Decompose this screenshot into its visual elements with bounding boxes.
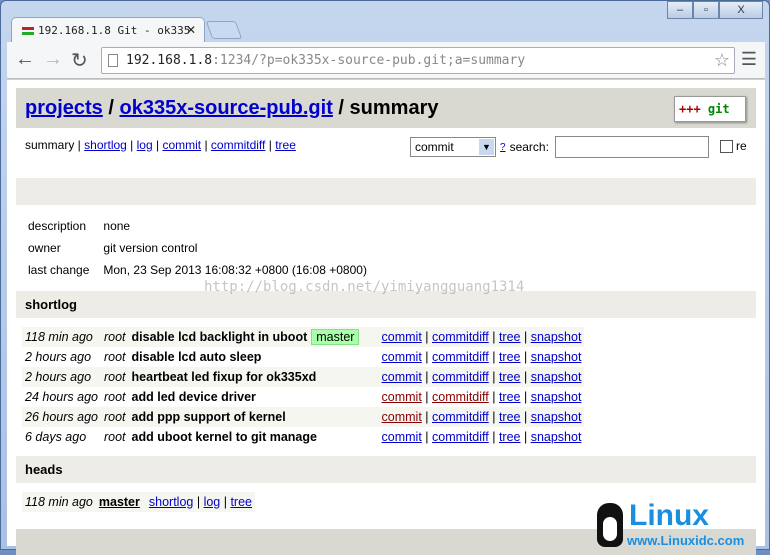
search-input[interactable]	[554, 136, 709, 158]
commit-link[interactable]: commit	[382, 430, 422, 444]
browser-window: – ▫ X 192.168.1.8 Git - ok335 ✕ ← → ↻ 192.1…	[0, 0, 770, 555]
table-row: 26 hours ago root add ppp support of kerne…	[22, 407, 585, 427]
tree-link[interactable]: tree	[499, 350, 521, 364]
commit-subject-link[interactable]: disable lcd auto sleep	[132, 350, 262, 364]
git-favicon-icon	[22, 27, 34, 35]
shortlog-link[interactable]: shortlog	[149, 495, 193, 509]
back-icon[interactable]: ←	[15, 48, 35, 71]
linux-logo-watermark: Linux www.Linuxidc.com	[597, 499, 767, 549]
project-info-row: last change Mon, 23 Sep 2013 16:08:32 +08…	[28, 263, 367, 277]
commit-subject-link[interactable]: add ppp support of kernel	[132, 410, 286, 424]
spacer-bar	[16, 178, 756, 205]
tree-link[interactable]: tree	[230, 495, 252, 509]
snapshot-link[interactable]: snapshot	[531, 390, 582, 404]
tab-title: 192.168.1.8 Git - ok335	[38, 24, 191, 37]
menu-icon[interactable]: ☰	[741, 49, 757, 70]
browser-tab[interactable]: 192.168.1.8 Git - ok335 ✕	[11, 17, 205, 43]
commit-link[interactable]: commit	[382, 410, 422, 424]
repo-link[interactable]: ok335x-source-pub.git	[119, 97, 332, 119]
nav-commit[interactable]: commit	[162, 138, 201, 152]
heads-header[interactable]: heads	[16, 456, 756, 483]
commit-link[interactable]: commit	[382, 390, 422, 404]
table-row: 2 hours ago root heartbeat led fixup for o…	[22, 367, 585, 387]
projects-link[interactable]: projects	[25, 97, 103, 119]
table-row: 118 min ago master shortlog | log | tree	[22, 492, 255, 512]
snapshot-link[interactable]: snapshot	[531, 430, 582, 444]
log-link[interactable]: log	[204, 495, 221, 509]
commitdiff-link[interactable]: commitdiff	[432, 410, 489, 424]
branch-badge[interactable]: master	[311, 329, 360, 345]
tree-link[interactable]: tree	[499, 330, 521, 344]
maximize-button[interactable]: ▫	[693, 1, 719, 19]
tree-link[interactable]: tree	[499, 370, 521, 384]
new-tab-button[interactable]	[205, 21, 243, 39]
chevron-down-icon: ▼	[479, 139, 494, 155]
minimize-button[interactable]: –	[667, 1, 693, 19]
project-info-row: owner git version control	[28, 241, 198, 255]
project-info-row: description none	[28, 219, 131, 233]
table-row: 6 days ago root add uboot kernel to git ma…	[25, 430, 582, 444]
nav-commitdiff[interactable]: commitdiff	[211, 138, 265, 152]
commit-subject-link[interactable]: add uboot kernel to git manage	[132, 430, 317, 444]
commitdiff-link[interactable]: commitdiff	[432, 370, 489, 384]
head-name-link[interactable]: master	[95, 492, 143, 512]
toolbar: ← → ↻ 192.168.1.8:1234/?p=ok335x-source-…	[7, 42, 765, 79]
table-row: 118 min ago root disable lcd backlight in …	[22, 327, 585, 347]
watermark-text: http://blog.csdn.net/yimiyangguang1314	[204, 279, 525, 295]
nav-log[interactable]: log	[137, 138, 153, 152]
commit-link[interactable]: commit	[382, 330, 422, 344]
page-content: projects / ok335x-source-pub.git / summa…	[7, 80, 765, 555]
reload-icon[interactable]: ↻	[71, 48, 88, 73]
commit-subject-link[interactable]: disable lcd backlight in uboot	[132, 330, 308, 344]
commitdiff-link[interactable]: commitdiff	[432, 350, 489, 364]
commitdiff-link[interactable]: commitdiff	[432, 330, 489, 344]
commit-subject-link[interactable]: add led device driver	[132, 390, 256, 404]
tree-link[interactable]: tree	[499, 430, 521, 444]
tree-link[interactable]: tree	[499, 390, 521, 404]
commitdiff-link[interactable]: commitdiff	[432, 430, 489, 444]
snapshot-link[interactable]: snapshot	[531, 370, 582, 384]
search-help-link[interactable]: ?	[500, 142, 506, 153]
nav-bar: summary | shortlog | log | commit | comm…	[16, 128, 756, 178]
project-info: description none owner git version control l…	[26, 214, 381, 282]
table-row: 24 hours ago root add led device driver com…	[25, 390, 582, 404]
address-bar[interactable]: 192.168.1.8:1234/?p=ok335x-source-pub.gi…	[101, 47, 735, 74]
commit-link[interactable]: commit	[382, 350, 422, 364]
close-tab-icon[interactable]: ✕	[186, 18, 196, 43]
nav-shortlog[interactable]: shortlog	[84, 138, 127, 152]
tree-link[interactable]: tree	[499, 410, 521, 424]
commit-subject-link[interactable]: heartbeat led fixup for ok335xd	[132, 370, 317, 384]
shortlog-table: 118 min ago root disable lcd backlight in …	[22, 327, 585, 447]
commitdiff-link[interactable]: commitdiff	[432, 390, 489, 404]
commit-link[interactable]: commit	[382, 370, 422, 384]
heads-table: 118 min ago master shortlog | log | tree	[22, 492, 255, 512]
shortlog-header[interactable]: shortlog	[16, 291, 756, 318]
regex-checkbox[interactable]	[720, 139, 733, 153]
snapshot-link[interactable]: snapshot	[531, 410, 582, 424]
snapshot-link[interactable]: snapshot	[531, 350, 582, 364]
nav-tree[interactable]: tree	[275, 138, 296, 152]
table-row: 2 hours ago root disable lcd auto sleep com…	[25, 350, 582, 364]
bookmark-star-icon[interactable]: ☆	[714, 48, 730, 73]
forward-icon[interactable]: →	[43, 48, 63, 71]
snapshot-link[interactable]: snapshot	[531, 330, 582, 344]
page-icon	[108, 54, 118, 67]
git-logo[interactable]: +++ git	[674, 96, 746, 122]
penguin-icon	[597, 503, 623, 547]
page-header: projects / ok335x-source-pub.git / summa…	[16, 88, 756, 128]
close-window-button[interactable]: X	[719, 1, 763, 19]
search-type-select[interactable]: commit ▼	[410, 137, 496, 157]
